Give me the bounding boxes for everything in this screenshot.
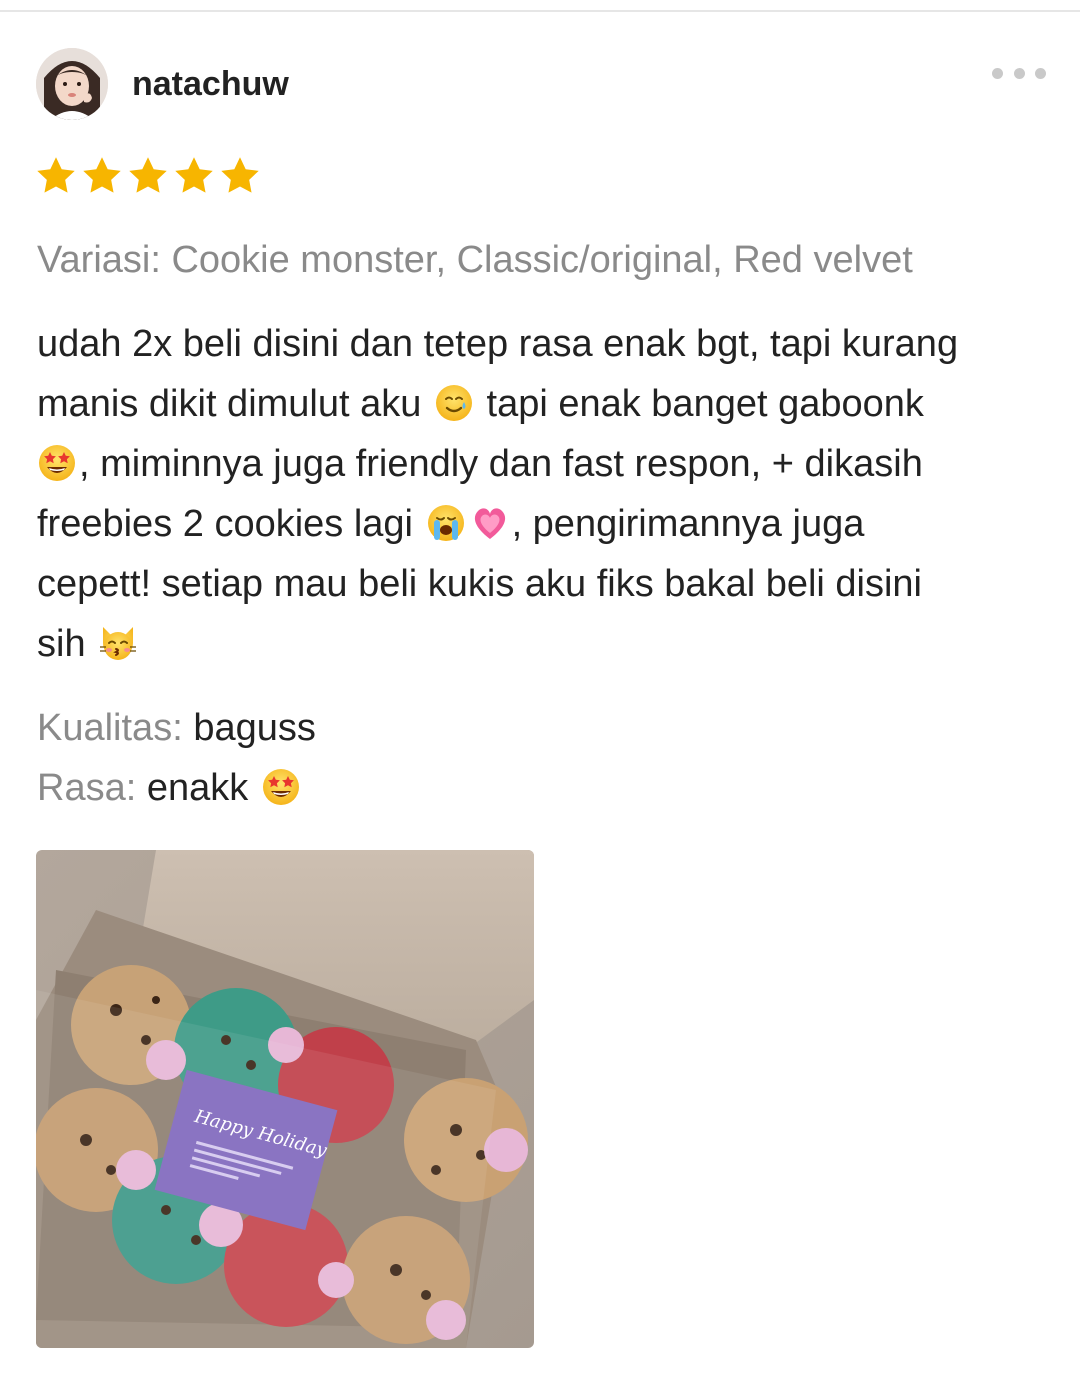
cookie-box-photo: Happy Holiday: [36, 850, 534, 1348]
star-icon: [80, 154, 124, 198]
more-dot: [1013, 67, 1025, 79]
quality-label: Kualitas:: [37, 707, 183, 749]
taste-label: Rasa:: [37, 767, 137, 809]
kissing-cat-emoji: [98, 623, 138, 663]
review-text-segment: tapi enak banget gaboonk: [486, 383, 924, 425]
star-icon: [172, 154, 216, 198]
quality-value: baguss: [193, 707, 316, 749]
review-text-segment: freebies 2 cookies lagi: [37, 503, 413, 545]
star-struck-emoji: [37, 443, 77, 483]
more-dot: [1035, 67, 1046, 79]
review-line: , miminnya juga friendly dan fast respon…: [37, 434, 1047, 494]
review-text-segment: udah 2x beli disini dan tetep rasa enak …: [37, 323, 959, 365]
username[interactable]: natachuw: [132, 64, 289, 104]
taste-attribute: Rasa: enakk: [37, 764, 303, 812]
review-photo[interactable]: Happy Holiday: [36, 850, 534, 1348]
review-body: udah 2x beli disini dan tetep rasa enak …: [37, 314, 1047, 674]
avatar[interactable]: [36, 48, 108, 120]
top-divider: [0, 10, 1080, 12]
more-options-icon[interactable]: [992, 66, 1046, 80]
review-header: natachuw: [36, 48, 1046, 122]
quality-attribute: Kualitas: baguss: [37, 704, 316, 752]
review-line: cepett! setiap mau beli kukis aku fiks b…: [37, 554, 1047, 614]
review-text-segment: manis dikit dimulut aku: [37, 383, 422, 425]
review-text-segment: cepett! setiap mau beli kukis aku fiks b…: [37, 563, 923, 605]
review-line: sih: [37, 614, 1047, 674]
star-icon: [218, 154, 262, 198]
loudly-crying-face-emoji: [426, 503, 466, 543]
review-line: manis dikit dimulut aku tapi enak banget…: [37, 374, 1047, 434]
review-line: udah 2x beli disini dan tetep rasa enak …: [37, 314, 1047, 374]
avatar-image: [36, 48, 108, 120]
review-text-segment: sih: [37, 623, 86, 665]
star-struck-emoji: [261, 767, 301, 807]
star-rating: [34, 154, 262, 198]
more-dot: [992, 67, 1003, 79]
growing-heart-emoji: [470, 503, 510, 543]
review-line: freebies 2 cookies lagi , pengirimannya …: [37, 494, 1047, 554]
smiling-face-with-tear-emoji: [434, 383, 474, 423]
taste-value: enakk: [146, 767, 249, 809]
review-text-segment: , pengirimannya juga: [511, 503, 865, 545]
star-icon: [34, 154, 78, 198]
variation-text: Variasi: Cookie monster, Classic/origina…: [37, 239, 913, 281]
review-text-segment: , miminnya juga friendly dan fast respon…: [79, 443, 923, 485]
star-icon: [126, 154, 170, 198]
